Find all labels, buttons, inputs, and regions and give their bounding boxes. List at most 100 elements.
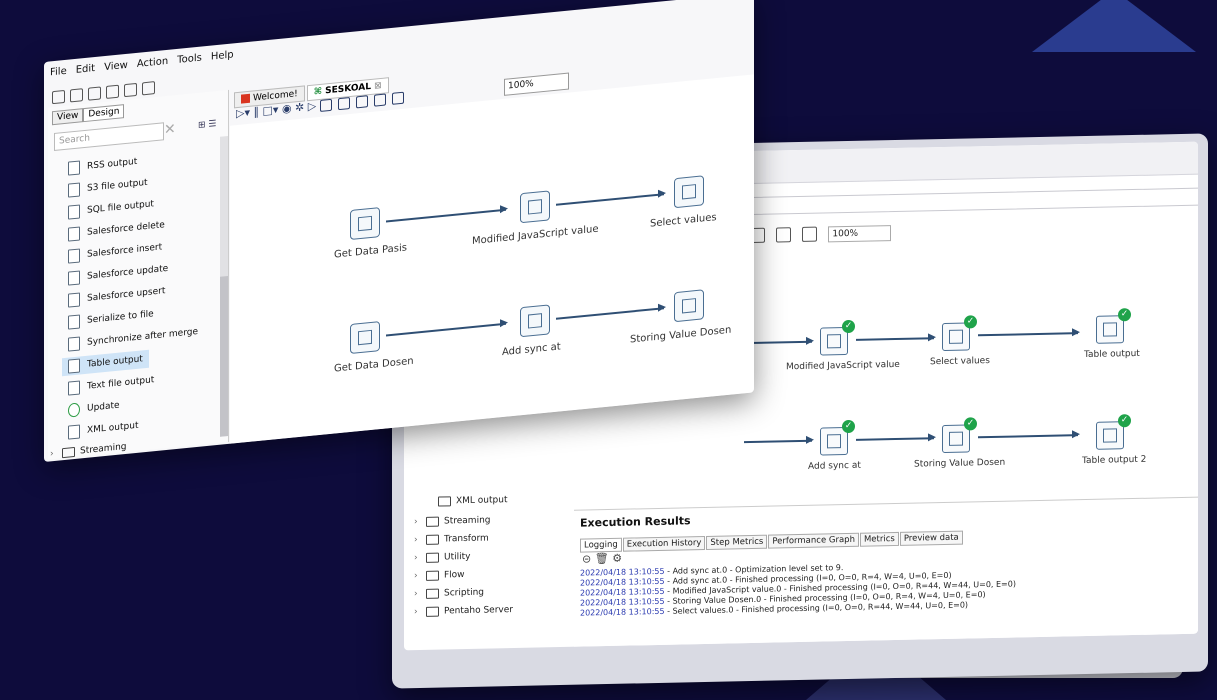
chevron-right-icon: › bbox=[50, 449, 54, 460]
step-node-get-data-dosen[interactable] bbox=[350, 321, 380, 354]
step-node-get-data-pasis[interactable] bbox=[350, 207, 380, 240]
step-icon bbox=[68, 159, 80, 176]
hop-arrow bbox=[386, 322, 506, 336]
hop-arrow bbox=[978, 434, 1078, 438]
step-item[interactable]: RSS output bbox=[68, 153, 137, 178]
step-icon bbox=[68, 269, 80, 286]
tool-icon[interactable] bbox=[802, 226, 818, 242]
step-label: Salesforce update bbox=[87, 263, 169, 282]
close-tab-icon[interactable]: ⊠ bbox=[374, 81, 382, 92]
tree-item-label: Flow bbox=[444, 570, 465, 581]
sidebar-scrollbar[interactable] bbox=[220, 135, 228, 437]
tab-design[interactable]: Design bbox=[83, 104, 125, 123]
new-file-icon[interactable] bbox=[52, 89, 65, 105]
transformation-canvas[interactable]: Get Data Pasis Modified JavaScript value… bbox=[230, 74, 754, 444]
replay-icon[interactable]: ▷ bbox=[308, 99, 316, 113]
tree-item-label: Scripting bbox=[444, 587, 485, 599]
tree-item-label: Transform bbox=[444, 533, 489, 545]
hop-arrow bbox=[744, 439, 812, 443]
explore-icon[interactable] bbox=[88, 86, 101, 101]
step-item[interactable]: Text file output bbox=[68, 371, 154, 397]
step-node-modified-js[interactable] bbox=[520, 190, 550, 224]
clear-log-icon[interactable]: ⊝ bbox=[582, 552, 591, 565]
chevron-right-icon: › bbox=[414, 535, 418, 546]
tree-folder[interactable]: › Utility bbox=[414, 549, 470, 566]
chevron-right-icon: › bbox=[414, 571, 418, 582]
tab-metrics[interactable]: Metrics bbox=[859, 531, 899, 547]
menu-edit[interactable]: Edit bbox=[76, 63, 95, 76]
hop-arrow bbox=[978, 332, 1078, 336]
log-timestamp: 2022/04/18 13:10:55 bbox=[580, 566, 665, 578]
settings-icon[interactable]: ⚙ bbox=[612, 552, 622, 565]
save-icon[interactable] bbox=[106, 84, 119, 99]
menu-action[interactable]: Action bbox=[137, 56, 168, 70]
debug-icon[interactable]: ✲ bbox=[295, 100, 304, 114]
folder-icon bbox=[426, 534, 439, 545]
step-label: XML output bbox=[87, 420, 139, 436]
step-label: Salesforce delete bbox=[87, 220, 165, 238]
save-as-icon[interactable] bbox=[124, 82, 137, 98]
verify-icon[interactable] bbox=[319, 98, 332, 112]
pause-icon[interactable]: ‖ bbox=[254, 105, 260, 119]
check-icon: ✓ bbox=[964, 417, 977, 431]
tree-folder[interactable]: › Transform bbox=[414, 531, 489, 549]
log-timestamp: 2022/04/18 13:10:55 bbox=[580, 606, 665, 618]
tool-icon[interactable] bbox=[776, 227, 792, 243]
step-node-select-values[interactable] bbox=[674, 175, 704, 209]
layers-icon[interactable] bbox=[142, 81, 155, 96]
step-label: Text file output bbox=[87, 375, 155, 392]
tree-folder[interactable]: › Flow bbox=[414, 567, 465, 584]
zoom-select[interactable]: 100% bbox=[828, 224, 892, 242]
step-node-add-sync-at[interactable] bbox=[520, 304, 550, 338]
impact-icon[interactable] bbox=[337, 97, 350, 111]
tree-folder[interactable]: › Scripting bbox=[414, 585, 484, 602]
open-file-icon[interactable] bbox=[70, 88, 83, 103]
grid-icon[interactable] bbox=[391, 91, 404, 105]
tree-item-label: Utility bbox=[444, 551, 471, 563]
tab-logging[interactable]: Logging bbox=[580, 537, 622, 553]
tree-folder[interactable]: › Streaming bbox=[414, 512, 490, 530]
menu-tools[interactable]: Tools bbox=[177, 53, 202, 66]
step-node-storing-value-dosen[interactable] bbox=[674, 289, 704, 323]
search-input[interactable]: Search bbox=[54, 122, 164, 152]
folder-icon bbox=[426, 606, 439, 617]
menu-file[interactable]: File bbox=[50, 66, 67, 79]
preview-icon[interactable]: ◉ bbox=[282, 102, 292, 116]
menu-help[interactable]: Help bbox=[211, 49, 234, 62]
clear-search-icon[interactable]: ✕ bbox=[164, 121, 176, 138]
step-icon bbox=[68, 247, 80, 264]
log-timestamp: 2022/04/18 13:10:55 bbox=[580, 586, 665, 598]
expand-collapse-icon[interactable]: ⊞ ☰ bbox=[198, 119, 216, 131]
tab-performance-graph[interactable]: Performance Graph bbox=[768, 532, 859, 549]
tree-item-label: Pentaho Server bbox=[444, 605, 513, 617]
check-icon: ✓ bbox=[964, 315, 977, 329]
node-label: Storing Value Dosen bbox=[630, 324, 732, 346]
step-icon bbox=[68, 423, 80, 440]
tab-preview-data[interactable]: Preview data bbox=[899, 530, 963, 546]
tree-folder-streaming[interactable]: › Streaming bbox=[50, 438, 126, 462]
menu-bar: File Edit View Action Tools Help bbox=[50, 49, 243, 79]
step-icon bbox=[68, 225, 80, 242]
node-label: Table output 2 bbox=[1082, 454, 1147, 467]
trash-icon[interactable]: 🗑 bbox=[595, 552, 609, 565]
step-item[interactable]: S3 file output bbox=[68, 174, 148, 200]
step-icon bbox=[68, 203, 80, 220]
scrollbar-thumb[interactable] bbox=[220, 275, 228, 437]
explore-db-icon[interactable] bbox=[373, 93, 386, 107]
tree-item[interactable]: XML output bbox=[434, 492, 508, 510]
zoom-select[interactable]: 100% bbox=[504, 72, 569, 96]
tree-folder[interactable]: › Pentaho Server bbox=[414, 602, 513, 620]
check-icon: ✓ bbox=[842, 319, 855, 334]
node-label: Modified JavaScript value bbox=[472, 223, 599, 248]
sql-icon[interactable] bbox=[355, 95, 368, 109]
tab-step-metrics[interactable]: Step Metrics bbox=[706, 534, 768, 550]
design-sidebar: View Design Search ✕ ⊞ ☰ RSS output S3 fi… bbox=[48, 89, 229, 462]
stop-icon[interactable]: □ bbox=[263, 104, 273, 118]
tab-view[interactable]: View bbox=[52, 108, 84, 126]
tab-execution-history[interactable]: Execution History bbox=[622, 535, 706, 552]
run-icon[interactable]: ▷ bbox=[236, 106, 244, 120]
menu-view[interactable]: View bbox=[104, 60, 128, 73]
step-item[interactable]: Update bbox=[68, 397, 120, 420]
chevron-right-icon: › bbox=[414, 517, 418, 528]
step-item[interactable]: XML output bbox=[68, 417, 139, 442]
